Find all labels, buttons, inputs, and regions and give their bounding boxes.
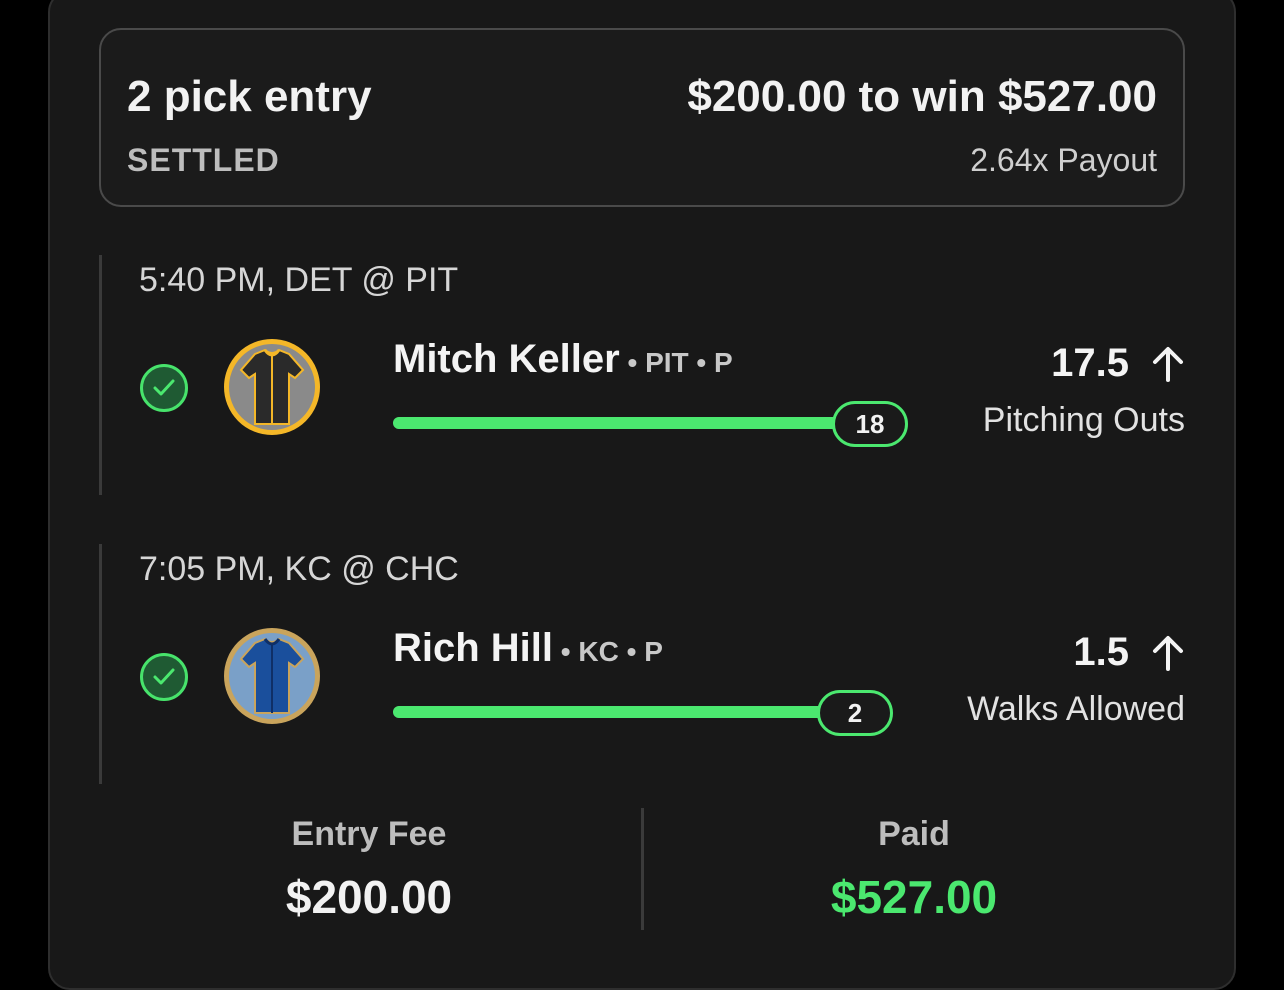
player-avatar <box>224 339 320 435</box>
line-number: 17.5 <box>1051 341 1129 385</box>
jersey-icon <box>239 348 305 425</box>
check-circle-icon <box>140 653 188 701</box>
jersey-icon <box>239 637 305 714</box>
entry-fee-label: Entry Fee <box>291 815 447 853</box>
player-meta: • PIT • P <box>619 347 733 378</box>
result-badge: 18 <box>832 401 908 447</box>
progress-fill <box>393 417 863 429</box>
progress-bar <box>393 417 863 429</box>
progress-fill <box>393 706 849 718</box>
paid-label: Paid <box>878 815 950 853</box>
wager-summary: $200.00 to win $527.00 <box>687 72 1157 121</box>
player-avatar <box>224 628 320 724</box>
stat-name: Pitching Outs <box>982 401 1185 439</box>
check-circle-icon <box>140 364 188 412</box>
game-time-matchup: 5:40 PM, DET @ PIT <box>139 261 459 299</box>
pick-row[interactable]: 7:05 PM, KC @ CHC Rich Hill • KC • P 2 1… <box>99 544 1185 784</box>
player-name: Mitch Keller • PIT • P <box>393 337 733 382</box>
entry-fee-section: Entry Fee $200.00 <box>99 815 639 924</box>
up-arrow-icon <box>1153 346 1183 382</box>
payout-multiplier: 2.64x Payout <box>970 142 1157 178</box>
pick-row[interactable]: 5:40 PM, DET @ PIT Mitch Keller • PIT • … <box>99 255 1185 495</box>
entry-summary[interactable]: 2 pick entry SETTLED $200.00 to win $527… <box>99 28 1185 207</box>
paid-value: $527.00 <box>830 871 998 923</box>
line-value: 17.5 <box>1051 341 1185 386</box>
player-name: Rich Hill • KC • P <box>393 626 663 671</box>
game-time-matchup: 7:05 PM, KC @ CHC <box>139 550 459 588</box>
player-name-text: Mitch Keller <box>393 337 620 381</box>
stat-name: Walks Allowed <box>967 690 1185 728</box>
up-arrow-icon <box>1153 635 1183 671</box>
entry-status: SETTLED <box>127 142 280 178</box>
player-meta: • KC • P <box>553 636 663 667</box>
player-name-text: Rich Hill <box>393 626 554 670</box>
result-badge: 2 <box>817 690 893 736</box>
entry-fee-value: $200.00 <box>285 871 453 923</box>
paid-section: Paid $527.00 <box>644 815 1184 924</box>
progress-bar <box>393 706 849 718</box>
entry-title: 2 pick entry <box>127 72 372 121</box>
line-value: 1.5 <box>1073 630 1185 675</box>
line-number: 1.5 <box>1073 630 1129 674</box>
